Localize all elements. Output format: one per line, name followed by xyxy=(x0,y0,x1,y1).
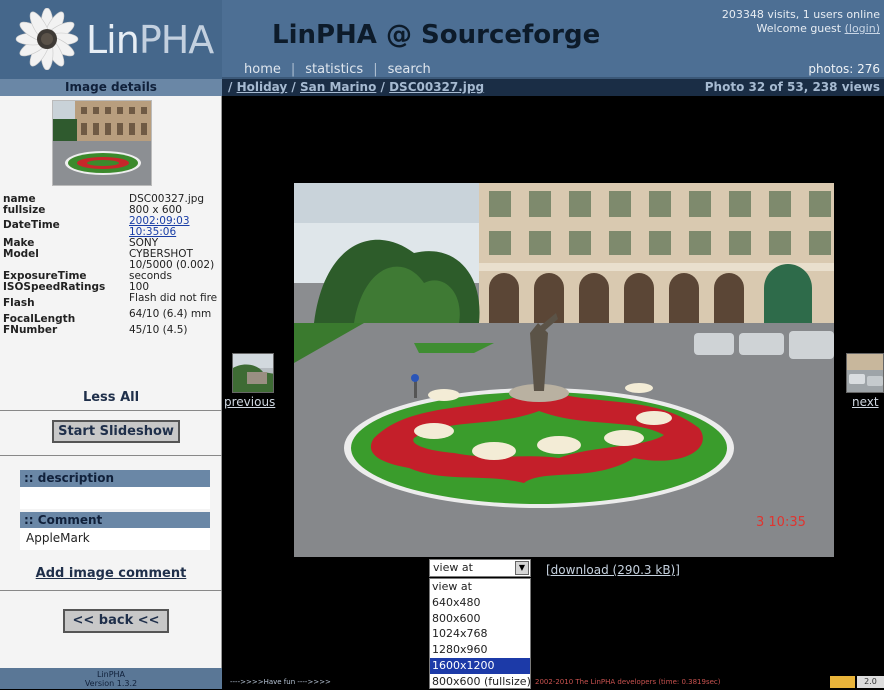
comment-value: AppleMark xyxy=(20,528,210,550)
footer-version: LinPHA Version 1.3.2 xyxy=(0,668,222,689)
detail-row: DateTime 2002:09:03 10:35:06 xyxy=(2,216,220,238)
description-header: :: description xyxy=(20,470,210,487)
previous-thumbnail[interactable] xyxy=(232,353,274,393)
option-view-at[interactable]: view at xyxy=(430,579,530,595)
next-thumbnail[interactable] xyxy=(846,353,884,393)
datetime-link[interactable]: 2002:09:03 10:35:06 xyxy=(128,216,220,238)
comment-header: :: Comment xyxy=(20,512,210,528)
previous-link[interactable]: previous xyxy=(224,395,275,409)
logo-text: LinPHA xyxy=(86,18,214,62)
dropdown-arrow-icon[interactable]: ▼ xyxy=(515,561,529,575)
detail-row: FNumber 45/10 (4.5) xyxy=(2,325,220,336)
all-link[interactable]: All xyxy=(120,390,139,405)
breadcrumb-separator: / xyxy=(380,80,385,94)
detail-key: ExposureTime xyxy=(3,270,87,282)
breadcrumb-separator: / xyxy=(291,80,296,94)
add-image-comment-link[interactable]: Add image comment xyxy=(0,566,222,581)
detail-row: FocalLength 64/10 (6.4) mm xyxy=(2,309,220,325)
badge-icon xyxy=(830,676,855,688)
breadcrumb-separator: / xyxy=(228,80,233,94)
image-details-table: name DSC00327.jpg fullsize 800 x 600 DateT… xyxy=(2,194,220,336)
back-button[interactable]: << back << xyxy=(63,609,169,633)
view-at-value: view at xyxy=(433,561,473,574)
footer-badge[interactable]: 2.0 xyxy=(830,676,884,688)
visits-count: 203348 visits, 1 users online xyxy=(721,8,880,21)
next-link[interactable]: next xyxy=(852,395,879,409)
footer-version-text: Version 1.3.2 xyxy=(84,679,138,688)
nav-separator: | xyxy=(290,62,296,77)
description-value xyxy=(20,487,210,509)
detail-value: 64/10 (6.4) mm xyxy=(129,308,212,320)
sidebar-title: Image details xyxy=(0,79,222,96)
detail-key: Flash xyxy=(3,297,35,309)
nav-statistics[interactable]: statistics xyxy=(305,62,363,77)
divider xyxy=(0,410,222,411)
detail-row: ExposureTime 10/5000 (0.002) seconds xyxy=(2,260,220,282)
previous-thumbnail-image xyxy=(233,354,273,392)
footer-copyright: 2002-2010 The LinPHA developers (time: 0… xyxy=(535,678,721,686)
footer-have-fun: ---->>>>Have fun ---->>>> xyxy=(230,678,331,686)
detail-key: Model xyxy=(3,248,39,260)
welcome-text: Welcome guest xyxy=(756,22,842,35)
divider xyxy=(0,455,222,456)
photo-date-stamp: 3 10:35 xyxy=(756,515,806,530)
detail-value: 45/10 (4.5) xyxy=(129,324,188,336)
nav-separator: | xyxy=(373,62,378,77)
download-link[interactable]: [download (290.3 kB)] xyxy=(546,563,680,577)
less-link[interactable]: Less xyxy=(83,390,116,405)
detail-key: FocalLength xyxy=(3,313,76,325)
detail-key: FNumber xyxy=(3,324,58,336)
nav-search[interactable]: search xyxy=(388,62,431,77)
breadcrumb-filename[interactable]: DSC00327.jpg xyxy=(389,80,484,94)
detail-key: DateTime xyxy=(3,219,60,231)
detail-key: ISOSpeedRatings xyxy=(3,281,106,293)
photos-count: photos: 276 xyxy=(808,62,880,76)
view-at-options: view at 640x480 800x600 1024x768 1280x96… xyxy=(429,578,531,689)
detail-value: 10/5000 (0.002) seconds xyxy=(129,259,215,282)
main-nav: home | statistics | search xyxy=(244,62,431,77)
logo-text-part: Lin xyxy=(86,18,140,62)
option-800x600[interactable]: 800x600 xyxy=(430,611,530,627)
welcome-line: Welcome guest (login) xyxy=(680,22,880,36)
footer-app-name: LinPHA xyxy=(96,670,126,679)
less-all-toggle: Less All xyxy=(0,390,222,405)
next-thumbnail-image xyxy=(847,354,883,392)
breadcrumb-san-marino[interactable]: San Marino xyxy=(300,80,376,94)
option-1280x960[interactable]: 1280x960 xyxy=(430,642,530,658)
login-link[interactable]: (login) xyxy=(845,22,880,35)
divider xyxy=(0,590,222,591)
breadcrumb: / Holiday / San Marino / DSC00327.jpg xyxy=(228,80,484,94)
start-slideshow-button[interactable]: Start Slideshow xyxy=(52,420,180,443)
photo-position-views: Photo 32 of 53, 238 views xyxy=(704,80,880,94)
detail-value: Flash did not fire xyxy=(129,292,218,304)
option-800x600-fullsize[interactable]: 800x600 (fullsize) xyxy=(430,674,530,690)
option-1600x1200[interactable]: 1600x1200 xyxy=(430,657,530,674)
image-thumbnail[interactable] xyxy=(52,100,152,186)
detail-key: fullsize xyxy=(3,204,46,216)
badge-version: 2.0 xyxy=(857,676,884,688)
main-photo[interactable]: 3 10:35 xyxy=(294,183,834,557)
visits-info: 203348 visits, 1 users online Welcome gu… xyxy=(680,8,880,36)
view-at-select[interactable]: view at ▼ xyxy=(429,559,531,577)
breadcrumb-holiday[interactable]: Holiday xyxy=(237,80,288,94)
thumbnail-image xyxy=(53,101,151,185)
detail-row: Flash Flash did not fire xyxy=(2,293,220,309)
flower-logo-icon xyxy=(15,8,79,70)
logo-text-part: PHA xyxy=(138,18,214,62)
option-1024x768[interactable]: 1024x768 xyxy=(430,626,530,642)
site-title: LinPHA @ Sourceforge xyxy=(272,20,601,50)
main-photo-image: 3 10:35 xyxy=(294,183,834,557)
option-640x480[interactable]: 640x480 xyxy=(430,595,530,611)
nav-home[interactable]: home xyxy=(244,62,281,77)
